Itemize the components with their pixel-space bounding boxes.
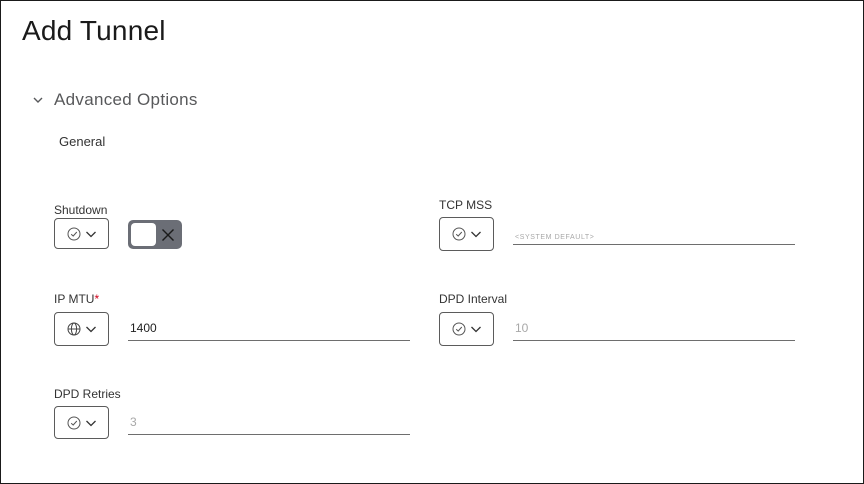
dpd-interval-input[interactable] <box>513 315 795 341</box>
check-circle-icon <box>452 322 465 336</box>
dialog-frame: Add Tunnel Advanced Options General Shut… <box>0 0 864 484</box>
shutdown-scope-button[interactable] <box>54 218 109 249</box>
ip-mtu-input[interactable] <box>128 315 410 341</box>
globe-icon <box>67 322 80 336</box>
dpd-retries-scope-button[interactable] <box>54 406 109 439</box>
chevron-down-icon <box>470 231 481 238</box>
chevron-down-icon <box>470 326 481 333</box>
dpd-interval-scope-button[interactable] <box>439 312 494 346</box>
dpd-retries-input[interactable] <box>128 409 410 435</box>
section-title: Advanced Options <box>54 90 198 109</box>
ip-mtu-label: IP MTU* <box>54 292 99 306</box>
subsection-title: General <box>59 134 106 149</box>
close-icon <box>162 229 174 241</box>
ip-mtu-scope-button[interactable] <box>54 312 109 346</box>
page-title: Add Tunnel <box>22 15 166 46</box>
check-circle-icon <box>452 227 465 241</box>
dpd-retries-label: DPD Retries <box>54 387 121 401</box>
chevron-down-icon <box>85 326 96 333</box>
tcp-mss-scope-button[interactable] <box>439 217 494 251</box>
chevron-down-icon <box>33 97 43 103</box>
tcp-mss-input[interactable] <box>513 225 795 245</box>
chevron-down-icon <box>85 420 96 426</box>
dpd-interval-label: DPD Interval <box>439 292 508 306</box>
ip-mtu-label-text: IP MTU <box>54 292 95 306</box>
advanced-options-header[interactable]: Advanced Options <box>31 90 198 110</box>
check-circle-icon <box>67 416 80 429</box>
chevron-down-icon <box>85 231 96 237</box>
toggle-knob <box>131 223 156 246</box>
required-asterisk: * <box>94 292 100 306</box>
shutdown-toggle[interactable] <box>128 220 182 249</box>
check-circle-icon <box>67 227 80 240</box>
tcp-mss-label: TCP MSS <box>439 198 493 212</box>
shutdown-label: Shutdown <box>54 203 108 217</box>
